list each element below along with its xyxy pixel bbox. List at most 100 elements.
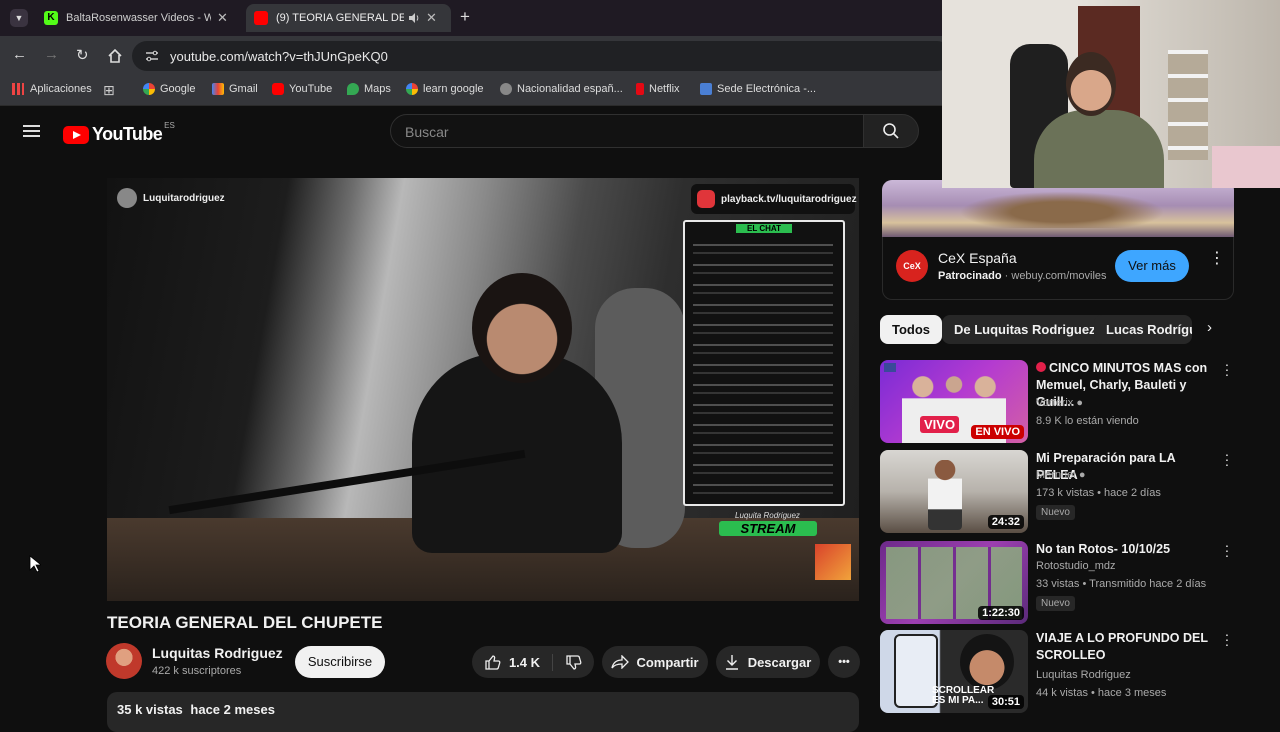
thumbnail[interactable]: VIVO EN VIVO — [880, 360, 1028, 443]
rec-title[interactable]: VIAJE A LO PROFUNDO DEL SCROLLEO — [1036, 630, 1216, 664]
browser-tab-2[interactable]: (9) TEORIA GENERAL DEL C ✕ — [246, 4, 451, 32]
browser-tab-1[interactable]: K BaltaRosenwasser Videos - Wat ✕ — [36, 4, 241, 32]
ad-art — [942, 188, 1182, 228]
close-icon[interactable]: ✕ — [426, 10, 437, 26]
bookmark-sede[interactable]: Sede Electrónica -... — [700, 83, 816, 95]
search-button[interactable] — [863, 114, 919, 148]
search-icon — [883, 123, 899, 139]
rec-title[interactable]: No tan Rotos- 10/10/25 — [1036, 541, 1216, 558]
tab-groups-icon[interactable]: ⊞ — [103, 82, 115, 99]
dislike-button[interactable] — [565, 654, 582, 671]
rec-item-2[interactable]: 24:32 Mi Preparación para LA PELEA Mernu… — [880, 447, 1240, 535]
webcam-person — [1034, 110, 1164, 188]
like-button[interactable]: 1.4 K — [484, 653, 554, 671]
chip-de-luquitas[interactable]: De Luquitas Rodriguez — [942, 315, 1108, 344]
youtube-icon — [254, 11, 268, 25]
channel-avatar[interactable] — [106, 643, 142, 679]
rec-channel[interactable]: Mernuel ● — [1036, 469, 1085, 481]
mouse-cursor-icon — [29, 555, 41, 573]
youtube-play-icon — [63, 125, 89, 144]
search-input[interactable]: Buscar — [390, 114, 864, 148]
video-player[interactable]: Luquitarodriguez playback.tv/luquitarodr… — [107, 178, 859, 601]
home-icon[interactable] — [108, 49, 122, 63]
chat-lines — [693, 244, 833, 500]
webcam-head — [1066, 52, 1116, 116]
gmail-icon — [212, 83, 224, 95]
site-settings-icon[interactable] — [145, 50, 159, 62]
avatar — [117, 188, 137, 208]
share-icon — [611, 655, 630, 669]
thumbnail[interactable]: 1:22:30 — [880, 541, 1028, 624]
rec-channel[interactable]: Luquitas Rodriguez — [1036, 669, 1131, 681]
bookmark-apps[interactable]: Aplicaciones — [12, 83, 92, 95]
maps-pin-icon — [347, 83, 359, 95]
verified-icon: ● — [1076, 397, 1084, 409]
stream-chat-overlay: EL CHAT — [683, 220, 845, 506]
bookmark-learn-google[interactable]: learn google — [406, 83, 484, 95]
thumbnail[interactable]: 24:32 — [880, 450, 1028, 533]
rec-meta: 33 vistas • Transmitido hace 2 días — [1036, 578, 1207, 590]
rec-menu-icon[interactable]: · · · — [1222, 538, 1232, 562]
share-button[interactable]: Compartir — [602, 646, 708, 678]
live-badge: EN VIVO — [971, 425, 1024, 439]
bookmark-netflix[interactable]: Netflix — [636, 83, 680, 95]
rec-meta: 173 k vistas • hace 2 días — [1036, 487, 1161, 499]
bookmark-gmail[interactable]: Gmail — [212, 83, 258, 95]
download-button[interactable]: Descargar — [716, 646, 820, 678]
bookmark-maps[interactable]: Maps — [347, 83, 391, 95]
netflix-icon — [636, 83, 644, 95]
reload-icon[interactable]: ↻ — [76, 46, 89, 64]
url-input[interactable]: youtube.com/watch?v=thJUnGpeKQ0 — [132, 41, 952, 71]
menu-icon[interactable] — [23, 122, 40, 140]
forward-icon[interactable]: → — [44, 46, 59, 63]
cex-logo: CeX — [896, 250, 928, 282]
view-count: 35 k vistas — [117, 702, 183, 717]
back-icon[interactable]: ← — [12, 46, 27, 63]
rec-item-3[interactable]: 1:22:30 No tan Rotos- 10/10/25 Rotostudi… — [880, 538, 1240, 626]
rec-meta: 8.9 K lo están viendo — [1036, 415, 1139, 427]
ad-menu-icon[interactable]: ⋮ — [1209, 251, 1225, 267]
kick-icon: K — [44, 11, 58, 25]
ad-card[interactable]: CeX CeX España Patrocinado · webuy.com/m… — [882, 237, 1234, 300]
rec-menu-icon[interactable]: · · · — [1222, 357, 1232, 381]
chevron-right-icon[interactable]: › — [1207, 319, 1212, 336]
bookmark-nacionalidad[interactable]: Nacionalidad españ... — [500, 83, 623, 95]
live-dot-icon — [1036, 362, 1046, 372]
streamer-head — [472, 273, 572, 383]
download-icon — [725, 655, 738, 670]
description-box[interactable]: 35 k vistas hace 2 meses — [107, 692, 859, 732]
playback-icon — [697, 190, 715, 208]
vivo-badge: VIVO — [920, 416, 960, 433]
rec-item-4[interactable]: SCROLLEAR ES MI PA... 30:51 VIAJE A LO P… — [880, 627, 1240, 715]
tab-title: BaltaRosenwasser Videos - Wat — [66, 12, 211, 24]
tab-title: (9) TEORIA GENERAL DEL C — [276, 12, 404, 24]
rec-item-1[interactable]: VIVO EN VIVO CINCO MINUTOS MAS con Memue… — [880, 357, 1240, 445]
thumbnail[interactable]: SCROLLEAR ES MI PA... 30:51 — [880, 630, 1028, 713]
duration-badge: 30:51 — [987, 695, 1024, 709]
close-icon[interactable]: ✕ — [217, 10, 228, 26]
channel-name[interactable]: Luquitas Rodriguez — [152, 645, 283, 661]
rec-meta: 44 k vistas • hace 3 meses — [1036, 687, 1167, 699]
more-actions-button[interactable]: ••• — [828, 646, 860, 678]
chip-todos[interactable]: Todos — [880, 315, 943, 344]
youtube-logo[interactable]: YouTube ES — [63, 121, 175, 145]
speaker-icon[interactable] — [408, 12, 420, 24]
tab-list-chevron-icon[interactable]: ▼ — [10, 9, 28, 27]
rec-menu-icon[interactable]: · · · — [1222, 627, 1232, 651]
ad-title: CeX España — [938, 250, 1017, 266]
new-tab-button[interactable]: + — [460, 7, 470, 27]
ver-mas-button[interactable]: Ver más — [1115, 250, 1189, 282]
bookmark-google[interactable]: Google — [143, 83, 195, 95]
playback-url-badge: playback.tv/luquitarodriguez — [691, 184, 857, 214]
rec-channel[interactable]: Rotostudio_mdz — [1036, 560, 1116, 572]
chip-lucas[interactable]: Lucas Rodrígu — [1094, 315, 1192, 344]
apps-grid-icon — [12, 83, 24, 95]
subscribe-button[interactable]: Suscribirse — [295, 646, 385, 678]
thumbs-up-icon — [485, 654, 501, 670]
bookmark-youtube[interactable]: YouTube — [272, 83, 332, 95]
ad-banner-image[interactable] — [882, 180, 1234, 237]
rec-channel[interactable]: Vorterix ● — [1036, 397, 1083, 409]
webcam-shelf — [1168, 50, 1208, 160]
rec-menu-icon[interactable]: · · · — [1222, 447, 1232, 471]
upload-age: hace 2 meses — [190, 702, 275, 717]
